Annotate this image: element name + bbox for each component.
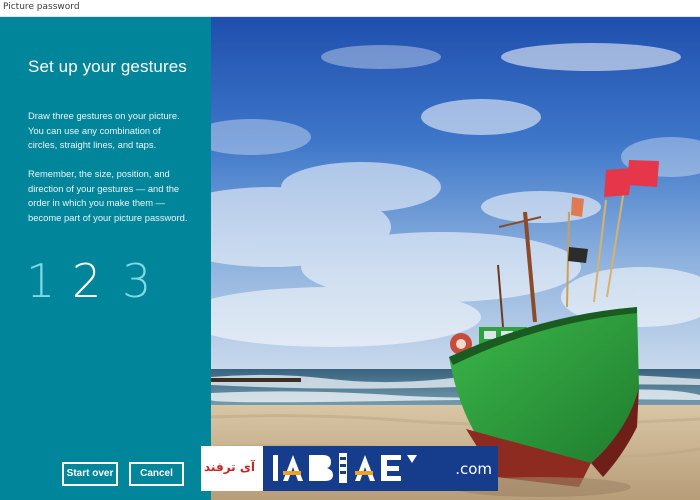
window-title: Picture password [3, 2, 80, 12]
site-watermark: آی ترفند .com [201, 446, 498, 491]
step-2: 2 [72, 254, 102, 308]
gesture-reminder: Remember, the size, position, and direct… [28, 168, 188, 223]
watermark-domain: .com [455, 460, 492, 478]
page-title: Set up your gestures [28, 57, 187, 76]
step-1: 1 [26, 254, 56, 308]
gesture-instructions: Draw three gestures on your picture. You… [28, 110, 180, 150]
beach-boat-photo-icon [211, 17, 700, 500]
cancel-button[interactable]: Cancel [129, 462, 184, 486]
picture-password-window: Picture password Set up your gestures Dr… [0, 0, 700, 500]
instructions-panel: Set up your gestures Draw three gestures… [0, 17, 211, 500]
title-bar: Picture password [0, 0, 700, 17]
watermark-logo-panel: .com [263, 446, 498, 491]
watermark-logo-icon [273, 453, 417, 483]
start-over-button[interactable]: Start over [62, 462, 118, 486]
watermark-persian-panel: آی ترفند [201, 446, 263, 491]
gesture-picture-canvas[interactable] [211, 17, 700, 500]
step-3: 3 [122, 254, 152, 308]
watermark-persian-text: آی ترفند [204, 460, 255, 474]
